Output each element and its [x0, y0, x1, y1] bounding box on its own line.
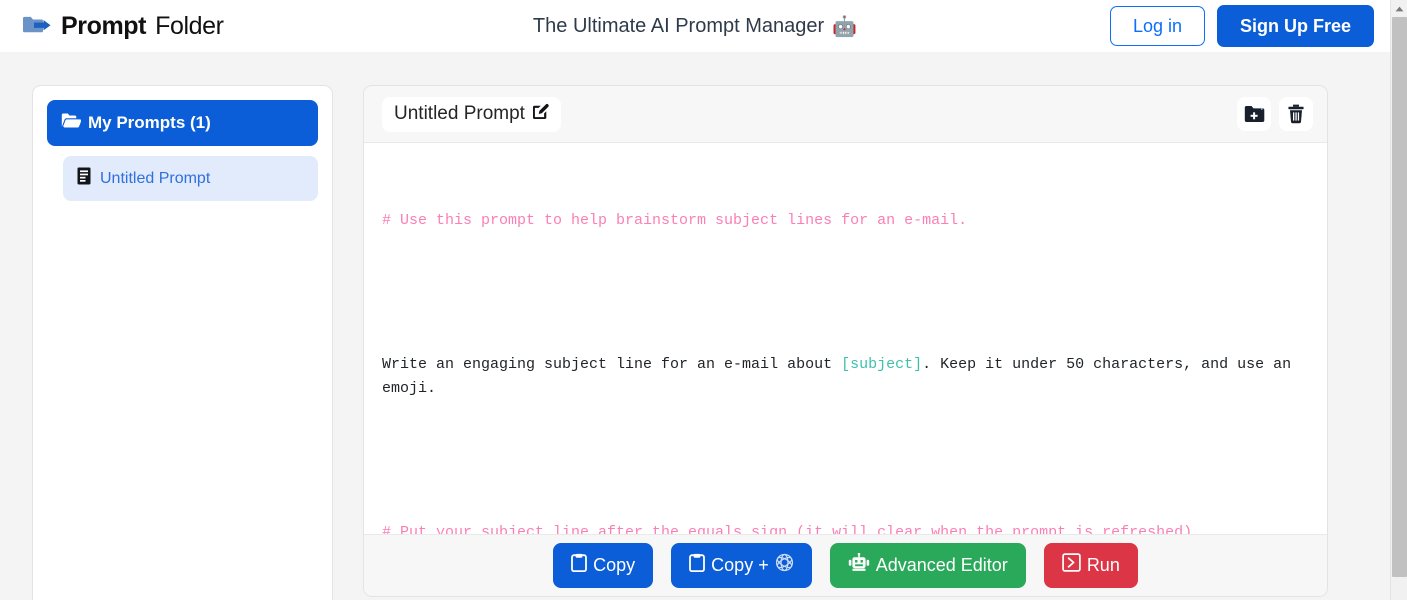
advanced-editor-button[interactable]: Advanced Editor — [829, 543, 1026, 588]
editor-comment-1: # Use this prompt to help brainstorm sub… — [382, 212, 968, 229]
app-root: Prompt Folder The Ultimate AI Prompt Mana… — [0, 0, 1407, 600]
prompt-card: Untitled Prompt # Use this prompt to hel… — [363, 85, 1328, 597]
brand-logo[interactable]: Prompt Folder — [22, 12, 224, 41]
sidebar-item-untitled-prompt[interactable]: Untitled Prompt — [63, 156, 318, 201]
prompt-card-footer: Copy Copy + Advanced Editor Run — [364, 534, 1327, 596]
prompt-title-text: Untitled Prompt — [394, 103, 525, 124]
prompt-card-header-actions — [1237, 97, 1313, 131]
signup-button[interactable]: Sign Up Free — [1216, 4, 1374, 48]
copy-plus-chatgpt-button[interactable]: Copy + — [671, 543, 812, 588]
scrollbar-thumb[interactable] — [1392, 17, 1407, 577]
editor-comment-2: # Put your subject line after the equals… — [382, 524, 1193, 534]
run-button-label: Run — [1086, 554, 1120, 575]
content-area: My Prompts (1) Untitled Prompt Untitled … — [0, 52, 1390, 600]
clipboard-icon — [571, 553, 588, 578]
brand-name-bold: Prompt — [61, 11, 147, 40]
editor-variable-subject: [subject] — [841, 356, 923, 373]
pen-to-square-icon[interactable] — [532, 103, 549, 126]
copy-button[interactable]: Copy — [553, 543, 654, 588]
nav-actions: Log in Sign Up Free — [1109, 4, 1374, 48]
prompt-title-field[interactable]: Untitled Prompt — [382, 96, 561, 132]
top-navbar: Prompt Folder The Ultimate AI Prompt Mana… — [0, 0, 1390, 52]
prompt-card-header: Untitled Prompt — [364, 86, 1327, 143]
chevron-up-icon[interactable] — [1391, 0, 1407, 17]
sidebar-panel: My Prompts (1) Untitled Prompt — [32, 85, 333, 600]
editor-body-1-before: Write an engaging subject line for an e-… — [382, 356, 842, 373]
file-lines-icon — [77, 167, 91, 190]
editor-blank-1 — [382, 281, 1309, 305]
sidebar-folder-my-prompts[interactable]: My Prompts (1) — [47, 100, 318, 146]
folder-arrow-icon — [22, 14, 52, 38]
page-scrollbar[interactable] — [1390, 0, 1407, 600]
open-folder-icon — [61, 112, 82, 134]
prompt-editor[interactable]: # Use this prompt to help brainstorm sub… — [364, 143, 1327, 534]
trash-icon[interactable] — [1279, 97, 1313, 131]
copy-button-label: Copy — [593, 554, 636, 575]
robot-icon — [848, 552, 870, 578]
openai-icon — [775, 553, 794, 578]
folder-plus-icon[interactable] — [1237, 97, 1271, 131]
copy-plus-button-label: Copy + — [711, 554, 769, 575]
login-button[interactable]: Log in — [1109, 5, 1205, 47]
sidebar-folder-label: My Prompts (1) — [88, 113, 211, 132]
editor-body-1: Write an engaging subject line for an e-… — [382, 353, 1309, 401]
brand-name-light: Folder — [155, 11, 224, 40]
square-caret-right-icon — [1062, 553, 1081, 578]
robot-emoji-icon: 🤖 — [832, 15, 858, 38]
clipboard-icon — [689, 553, 706, 578]
run-button[interactable]: Run — [1043, 543, 1138, 588]
sidebar-item-label: Untitled Prompt — [100, 169, 211, 187]
tagline-text: The Ultimate AI Prompt Manager — [532, 14, 825, 37]
advanced-editor-button-label: Advanced Editor — [875, 554, 1008, 575]
editor-blank-2 — [382, 449, 1309, 473]
